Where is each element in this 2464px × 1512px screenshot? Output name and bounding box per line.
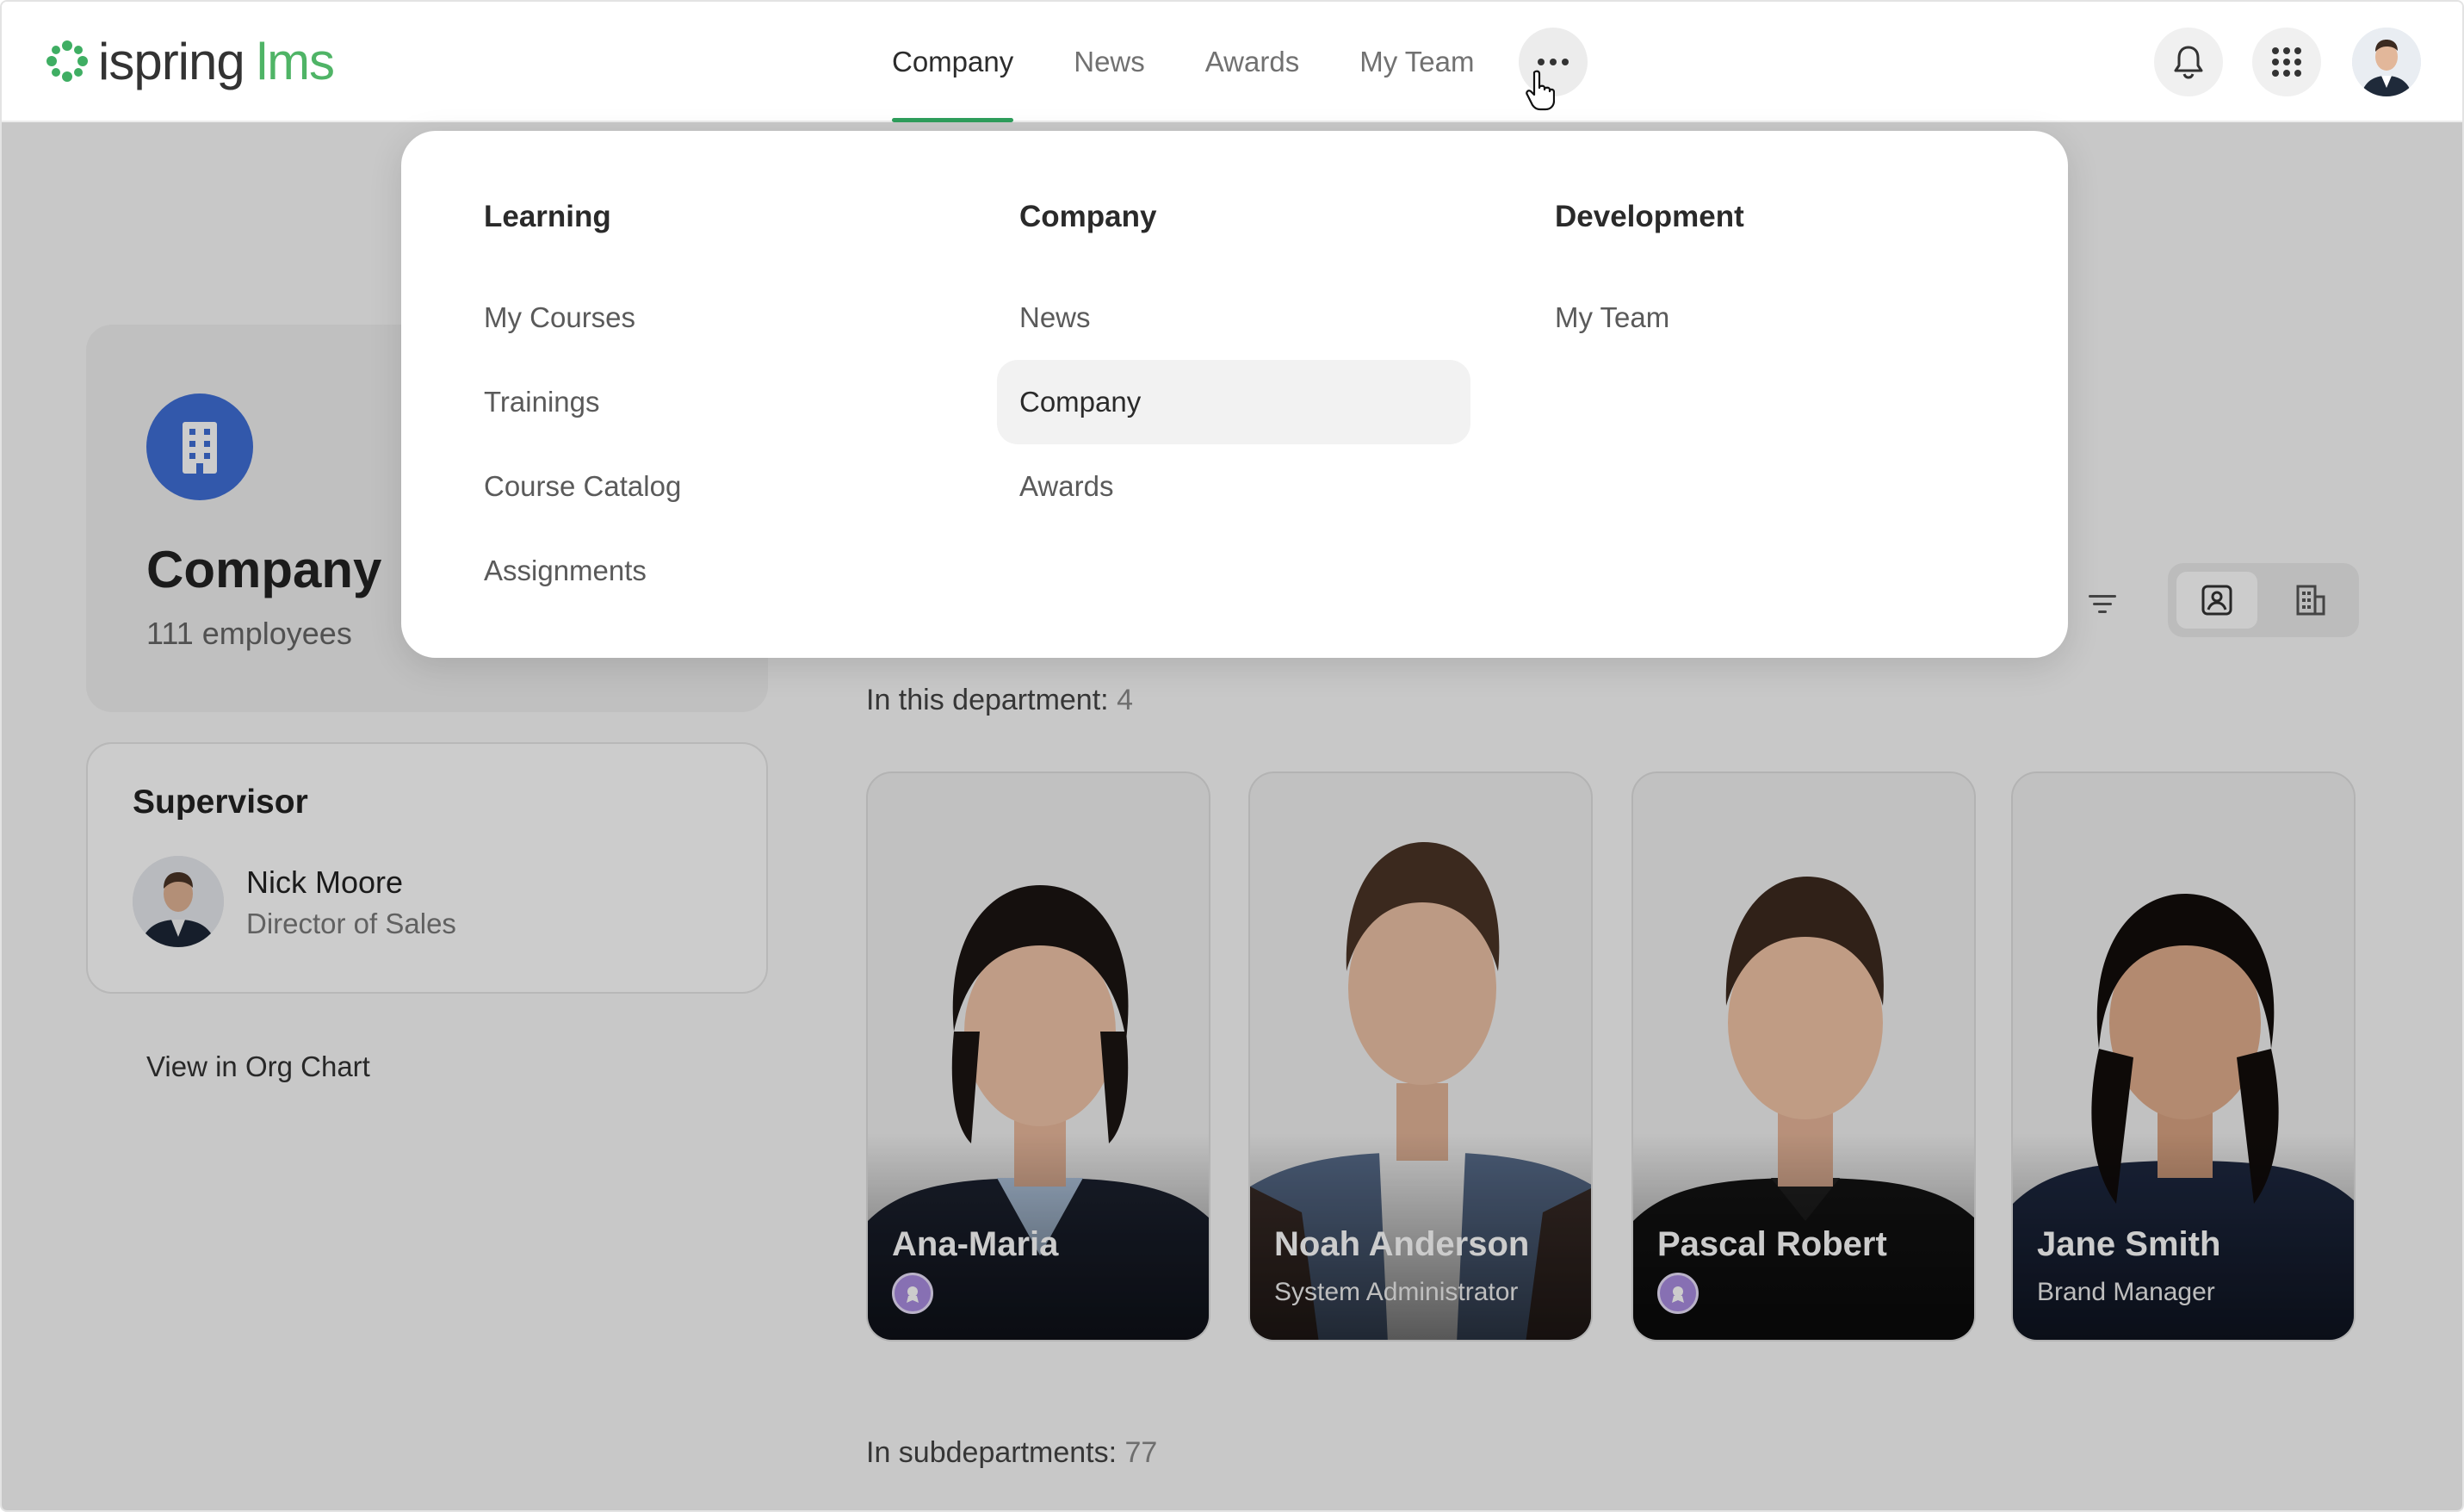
menu-item-my-team[interactable]: My Team bbox=[1532, 276, 2006, 360]
app-window: ispring lms Company News Awards My Team bbox=[0, 0, 2464, 1512]
menu-column-learning: Learning My Courses Trainings Course Cat… bbox=[484, 200, 935, 613]
nav-item-company[interactable]: Company bbox=[892, 2, 1014, 122]
user-avatar[interactable] bbox=[2352, 28, 2421, 96]
menu-heading-learning: Learning bbox=[484, 200, 611, 233]
nav-item-my-team[interactable]: My Team bbox=[1359, 2, 1474, 122]
main-nav: Company News Awards My Team bbox=[892, 2, 1534, 122]
ellipsis-icon bbox=[1538, 59, 1569, 65]
menu-column-development: Development My Team bbox=[1555, 200, 2006, 360]
menu-item-trainings[interactable]: Trainings bbox=[461, 360, 935, 444]
more-dropdown-menu: Learning My Courses Trainings Course Cat… bbox=[401, 131, 2068, 658]
hand-cursor-icon bbox=[1526, 70, 1555, 111]
apps-button[interactable] bbox=[2252, 28, 2321, 96]
logo-text-ispring: ispring bbox=[98, 32, 245, 90]
ispring-logo[interactable]: ispring lms bbox=[45, 31, 335, 91]
apps-grid-icon bbox=[2272, 47, 2301, 77]
nav-item-awards[interactable]: Awards bbox=[1205, 2, 1299, 122]
menu-item-course-catalog[interactable]: Course Catalog bbox=[461, 444, 935, 529]
menu-column-company: Company News Company Awards bbox=[997, 200, 1470, 529]
top-header: ispring lms Company News Awards My Team bbox=[2, 2, 2462, 122]
menu-heading-company: Company bbox=[1019, 200, 1157, 233]
menu-item-my-courses[interactable]: My Courses bbox=[461, 276, 935, 360]
logo-mark-icon bbox=[45, 39, 90, 84]
notifications-button[interactable] bbox=[2154, 28, 2223, 96]
menu-item-assignments[interactable]: Assignments bbox=[461, 529, 935, 613]
nav-item-news[interactable]: News bbox=[1074, 2, 1145, 122]
logo-text-lms: lms bbox=[256, 32, 335, 90]
menu-item-news[interactable]: News bbox=[997, 276, 1470, 360]
menu-heading-development: Development bbox=[1555, 200, 1744, 233]
menu-item-company[interactable]: Company bbox=[997, 360, 1470, 444]
menu-item-awards[interactable]: Awards bbox=[997, 444, 1470, 529]
bell-icon bbox=[2174, 46, 2203, 79]
